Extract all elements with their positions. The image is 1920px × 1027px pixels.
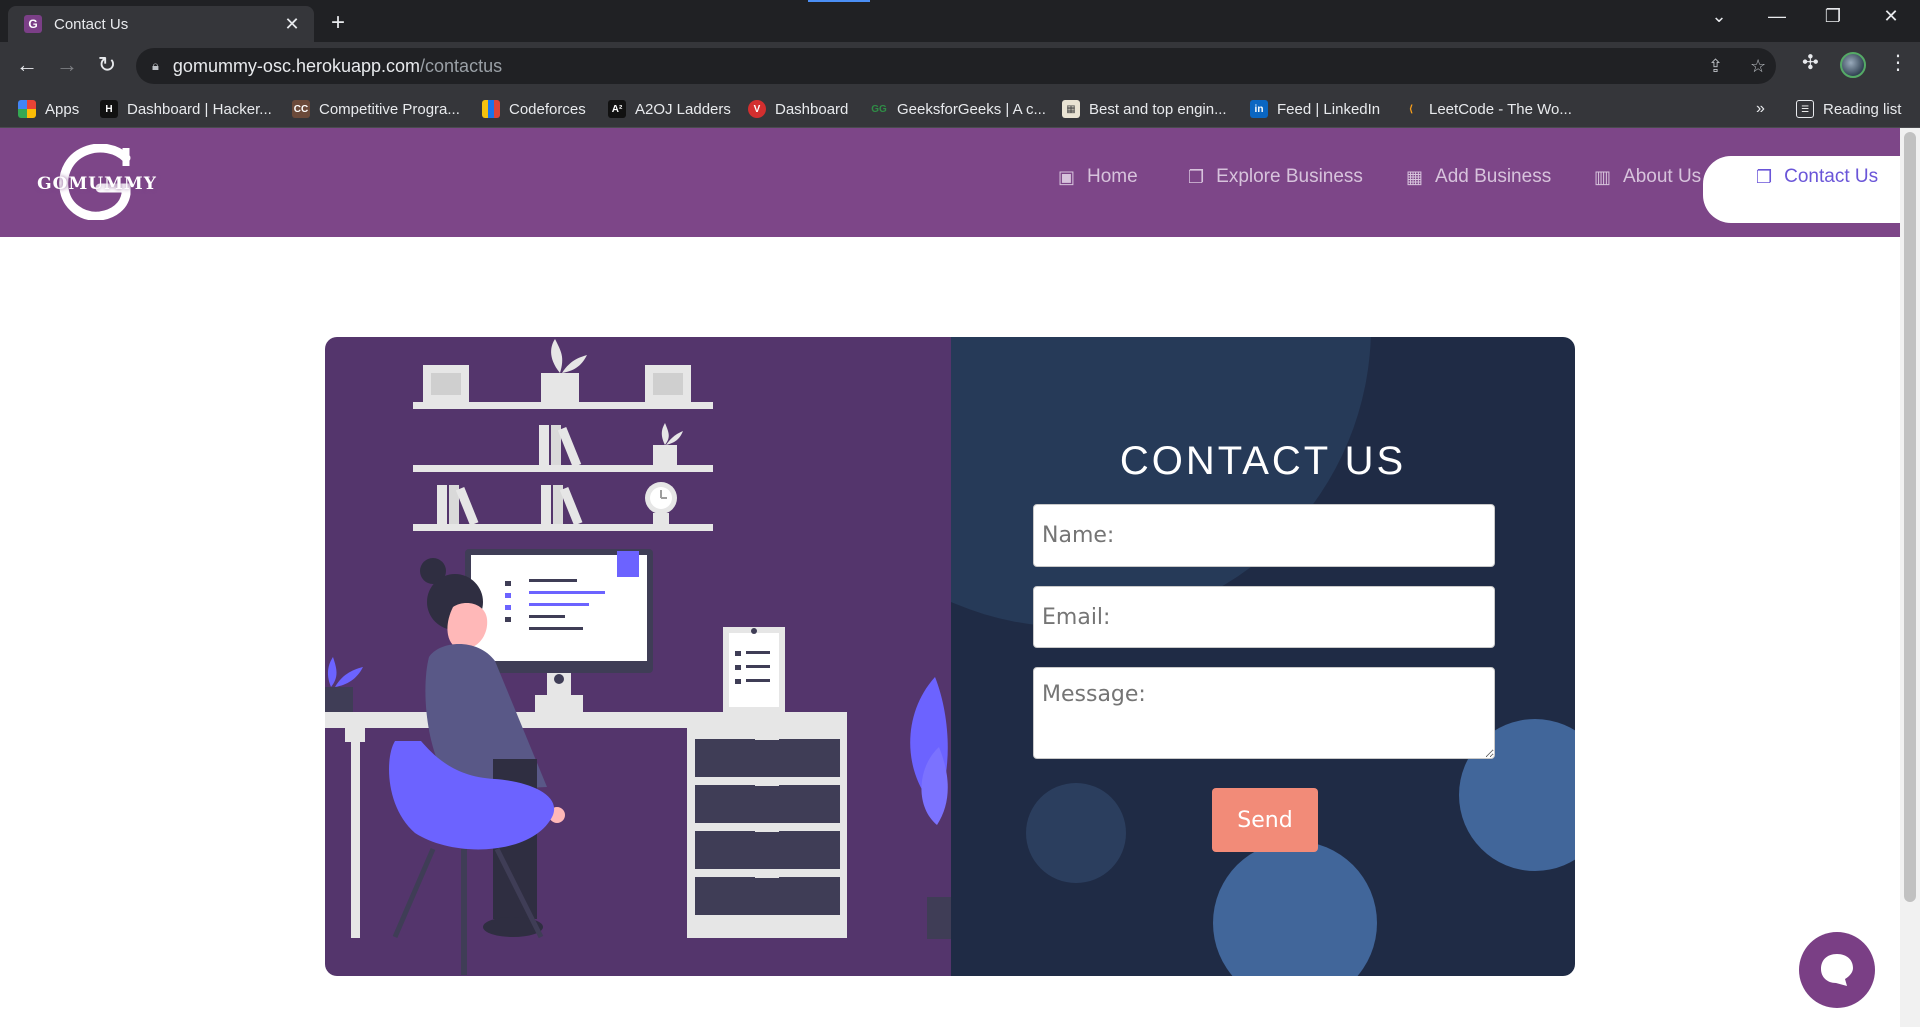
tab-drag-indicator [808,0,870,2]
bookmarks-bar: Apps H Dashboard | Hacker... CC Competit… [0,90,1920,128]
new-tab-icon[interactable]: + [326,9,350,37]
nav-home[interactable]: ▣ Home [1058,166,1138,188]
linkedin-icon: in [1250,100,1268,118]
back-arrow-icon[interactable]: ← [12,52,42,78]
contact-card: CONTACT US Send [325,337,1575,976]
bookmark-dashboard[interactable]: V Dashboard [748,90,848,128]
browser-menu-icon[interactable]: ⋮ [1888,50,1908,75]
bookmark-label: LeetCode - The Wo... [1429,100,1572,118]
bookmark-star-icon[interactable]: ☆ [1750,56,1766,77]
codeforces-icon [482,100,500,118]
bookmark-leetcode[interactable]: ⟨ LeetCode - The Wo... [1402,90,1572,128]
chat-widget-button[interactable] [1799,932,1875,1008]
page-viewport: GOMUMMY ▣ Home ❐ Explore Business ▦ Add … [0,128,1900,1027]
geeksforgeeks-icon: GG [871,103,887,115]
hackerrank-icon: H [100,100,118,118]
bookmark-label: Dashboard [775,100,849,118]
page-scrollbar[interactable] [1900,128,1920,1027]
bookmark-geeksforgeeks[interactable]: GG GeeksforGeeks | A c... [870,90,1046,128]
lock-icon: 🔒︎ [152,58,159,73]
restore-icon[interactable]: ❐ [1818,6,1848,27]
bar-chart-icon: ▥ [1594,166,1612,187]
a2oj-icon: A² [608,100,626,118]
bookmark-label: Competitive Progra... [319,100,460,118]
nav-contact-label: Contact Us [1784,166,1879,187]
bookmark-college[interactable]: ▦ Best and top engin... [1062,90,1227,128]
share-icon[interactable]: ⇪ [1708,56,1723,77]
nav-about-us[interactable]: ▥ About Us [1594,166,1701,188]
apps-grid-icon [18,100,36,118]
calendar-icon: ▦ [1406,166,1424,187]
send-button[interactable]: Send [1212,788,1318,852]
nav-add-business[interactable]: ▦ Add Business [1406,166,1551,188]
bookmark-codeforces[interactable]: Codeforces [482,90,586,128]
profile-avatar[interactable] [1840,52,1866,78]
nav-home-label: Home [1087,166,1138,187]
nav-add-label: Add Business [1435,166,1552,187]
url-host: gomummy-osc.herokuapp.com [172,55,421,76]
bookmark-a2oj[interactable]: A² A2OJ Ladders [608,90,731,128]
address-bar[interactable]: 🔒︎ gomummy-osc.herokuapp.com /contactus … [136,48,1776,84]
leetcode-icon: ⟨ [1408,103,1414,115]
url-path: /contactus [420,55,503,76]
reading-list-icon: ☰ [1796,100,1814,118]
nav-about-label: About Us [1623,166,1702,187]
bookmark-linkedin[interactable]: in Feed | LinkedIn [1250,90,1380,128]
contact-us-heading: CONTACT US [1119,439,1407,483]
bookmarks-overflow-button[interactable]: » [1756,90,1765,128]
copy-icon: ❐ [1756,166,1773,187]
college-icon: ▦ [1062,100,1080,118]
message-field[interactable] [1033,667,1495,759]
codechef-icon: CC [292,100,310,118]
site-favicon-icon: G [24,15,42,33]
illustration-panel [325,337,951,976]
nav-explore-business[interactable]: ❐ Explore Business [1188,166,1363,188]
bookmark-label: Apps [45,100,80,118]
forward-arrow-icon[interactable]: → [52,52,82,78]
nav-explore-label: Explore Business [1216,166,1363,187]
reload-icon[interactable]: ↻ [92,52,122,78]
name-field[interactable] [1033,504,1495,567]
bookmark-label: A2OJ Ladders [635,100,731,118]
browser-tab-strip: G Contact Us ✕ + ⌄ — ❐ ✕ [0,0,1920,42]
extensions-puzzle-icon[interactable]: ✣ [1802,50,1819,75]
browser-toolbar: ← → ↻ 🔒︎ gomummy-osc.herokuapp.com /cont… [0,42,1920,90]
office-illustration [325,339,951,975]
bookmark-codechef[interactable]: CC Competitive Progra... [292,90,460,128]
reading-list-label: Reading list [1823,100,1902,118]
email-field[interactable] [1033,586,1495,648]
bookmark-hackerrank[interactable]: H Dashboard | Hacker... [100,90,272,128]
bookmark-label: Best and top engin... [1089,100,1227,118]
site-navbar: GOMUMMY ▣ Home ❐ Explore Business ▦ Add … [0,128,1900,237]
bookmark-apps[interactable]: Apps [18,90,79,128]
dashboard-icon: V [748,100,766,118]
bookmark-label: Feed | LinkedIn [1277,100,1381,118]
nav-contact-us[interactable]: ❐ Contact Us [1756,166,1878,188]
tab-close-icon[interactable]: ✕ [282,14,302,35]
bookmark-label: Dashboard | Hacker... [127,100,272,118]
logo-text: GOMUMMY [37,174,157,194]
window-close-icon[interactable]: ✕ [1876,6,1906,27]
scrollbar-thumb[interactable] [1904,132,1916,902]
tab-search-icon[interactable]: ⌄ [1704,6,1734,27]
reading-list-button[interactable]: ☰ Reading list [1796,90,1901,128]
gomummy-logo[interactable]: GOMUMMY [30,143,160,221]
decorative-circles [951,337,1575,976]
contact-form-panel: CONTACT US Send [951,337,1575,976]
contact-card-icon: ▣ [1058,166,1076,187]
bookmark-label: Codeforces [509,100,586,118]
chat-icon [1821,954,1853,986]
tab-title: Contact Us [54,15,129,33]
minimize-icon[interactable]: — [1762,6,1792,27]
bookmark-label: GeeksforGeeks | A c... [897,100,1046,118]
browser-tab-active[interactable]: G Contact Us ✕ [8,6,314,42]
copy-icon: ❐ [1188,166,1205,187]
